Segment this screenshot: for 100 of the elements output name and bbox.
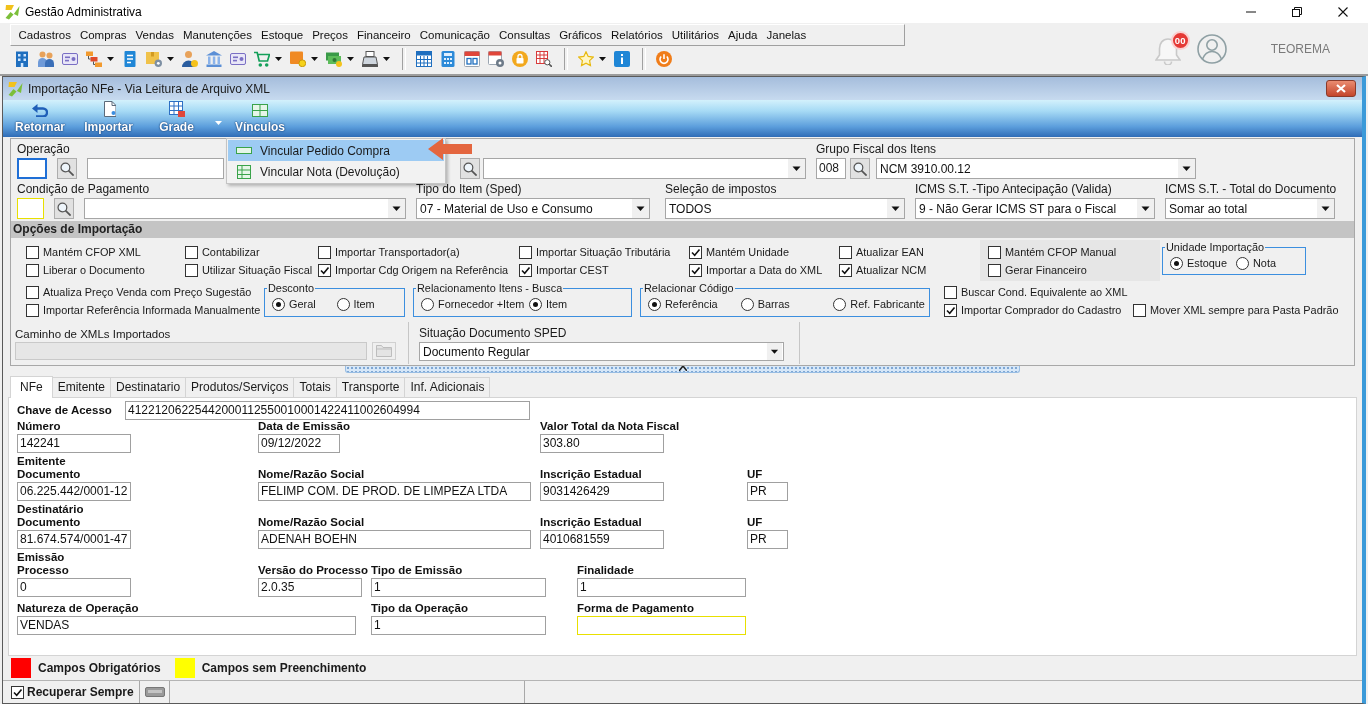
tab[interactable]: NFe	[10, 376, 53, 398]
radio-button[interactable]	[272, 297, 285, 311]
toolbar-button[interactable]	[413, 48, 435, 70]
dropdown-field[interactable]: NCM 3910.00.12	[876, 158, 1196, 179]
menu-item[interactable]: Cadastros	[14, 29, 76, 41]
text-field[interactable]: 09/12/2022	[258, 434, 340, 453]
checkbox[interactable]	[318, 263, 331, 277]
checkbox[interactable]	[689, 245, 702, 259]
checkbox[interactable]	[988, 263, 1001, 277]
menu-item[interactable]: Manutenções	[178, 29, 257, 41]
dropdown-field[interactable]: Somar ao total	[1165, 198, 1335, 219]
tab[interactable]: Transporte	[335, 377, 406, 397]
dropdown-field[interactable]: 9 - Não Gerar ICMS ST para o Fiscal	[915, 198, 1155, 219]
text-field[interactable]: 1	[371, 578, 546, 597]
search-button[interactable]	[54, 198, 74, 219]
search-button[interactable]	[460, 158, 480, 179]
text-field[interactable]: 2.0.35	[258, 578, 362, 597]
restore-icon	[1292, 6, 1302, 17]
checkbox[interactable]	[839, 245, 852, 259]
document-icon	[122, 51, 138, 67]
text-field[interactable]: VENDAS	[17, 616, 356, 635]
checkbox[interactable]	[519, 245, 532, 259]
radio-button[interactable]	[740, 297, 754, 311]
menu-item[interactable]: Preços	[307, 29, 353, 41]
checkbox[interactable]	[839, 263, 852, 277]
menu-item[interactable]: Utilitários	[667, 29, 724, 41]
checkbox[interactable]	[26, 245, 39, 259]
search-button[interactable]	[850, 158, 870, 179]
text-field[interactable]: ADENAH BOEHN	[258, 530, 531, 549]
checkbox[interactable]	[26, 303, 39, 317]
checkbox[interactable]	[26, 285, 39, 299]
checkbox[interactable]	[944, 303, 957, 317]
toolbar-button[interactable]	[179, 48, 201, 70]
toolbar-button[interactable]	[611, 48, 633, 70]
dropdown-field[interactable]: 07 - Material de Uso e Consumo	[416, 198, 650, 219]
menu-item[interactable]: Estoque	[256, 29, 308, 41]
close-button[interactable]	[1326, 80, 1356, 97]
menu-item[interactable]: Financeiro	[352, 29, 416, 41]
checkbox[interactable]	[26, 263, 39, 277]
checkbox[interactable]	[689, 263, 702, 277]
toolbar-button[interactable]	[461, 48, 483, 70]
menu-item[interactable]: Comunicação	[415, 29, 495, 41]
tab[interactable]: Inf. Adicionais	[404, 377, 491, 397]
text-field[interactable]	[87, 158, 224, 179]
text-field[interactable]	[577, 616, 746, 635]
text-field[interactable]: 303.80	[540, 434, 664, 453]
text-field[interactable]: 9031426429	[540, 482, 664, 501]
menu-item[interactable]: Relatórios	[606, 29, 668, 41]
menu-item[interactable]: Ajuda	[723, 29, 762, 41]
radio-button[interactable]	[1236, 256, 1249, 270]
search-button[interactable]	[57, 158, 77, 179]
text-field[interactable]: 4010681559	[540, 530, 664, 549]
menu-item[interactable]: Gráficos	[554, 29, 607, 41]
caret-icon	[107, 57, 114, 61]
radio-button[interactable]	[1170, 256, 1183, 270]
bank-icon	[206, 51, 222, 67]
radio-button[interactable]	[833, 297, 847, 311]
checkbox[interactable]	[988, 245, 1001, 259]
search-icon	[853, 161, 867, 176]
toolbar-button[interactable]	[485, 48, 507, 70]
checkbox[interactable]	[11, 685, 24, 699]
menu-item[interactable]: Vincular Nota (Devolução)	[228, 161, 444, 182]
checkbox[interactable]	[944, 285, 957, 299]
radio-button[interactable]	[529, 297, 542, 311]
tab[interactable]: Produtos/Serviços	[185, 377, 295, 397]
radio-button[interactable]	[421, 297, 434, 311]
radio-button[interactable]	[336, 297, 350, 311]
text-field[interactable]: 1	[371, 616, 546, 635]
text-field[interactable]: 0	[17, 578, 131, 597]
checkbox[interactable]	[185, 263, 198, 277]
text-field[interactable]: 41221206225442000112550010001422411002604994	[125, 401, 530, 420]
box-coin-icon	[290, 51, 306, 67]
grid-icon	[168, 101, 185, 117]
menu-item[interactable]: Vincular Pedido Compra	[228, 140, 444, 161]
text-field[interactable]: 1	[577, 578, 746, 597]
text-field[interactable]: FELIMP COM. DE PROD. DE LIMPEZA LTDA	[258, 482, 531, 501]
text-field[interactable]: 06.225.442/0001-12	[17, 482, 131, 501]
dropdown-field[interactable]	[483, 158, 806, 179]
text-field[interactable]: PR	[747, 482, 788, 501]
dropdown-field[interactable]: Documento Regular	[419, 342, 784, 361]
dropdown-field[interactable]: TODOS	[665, 198, 905, 219]
radio-button[interactable]	[648, 297, 661, 311]
field-label: UF	[747, 468, 763, 481]
text-field[interactable]: 142241	[17, 434, 131, 453]
code-field[interactable]: 008	[816, 158, 846, 179]
toolbar-button[interactable]	[359, 48, 393, 70]
checkbox[interactable]	[185, 245, 198, 259]
checkbox[interactable]	[318, 245, 331, 259]
code-field[interactable]	[17, 158, 47, 179]
menu-item[interactable]: Vendas	[131, 29, 179, 41]
splitter-handle[interactable]	[345, 366, 1020, 373]
menu-item[interactable]: Consultas	[494, 29, 555, 41]
checkbox[interactable]	[519, 263, 532, 277]
toolbar-button[interactable]	[533, 48, 555, 70]
menu-item[interactable]: Compras	[75, 29, 132, 41]
text-field[interactable]: 81.674.574/0001-47	[17, 530, 131, 549]
dropdown-field[interactable]	[84, 198, 406, 219]
menu-item[interactable]: Janelas	[762, 29, 811, 41]
checkbox[interactable]	[1133, 303, 1146, 317]
text-field[interactable]: PR	[747, 530, 788, 549]
